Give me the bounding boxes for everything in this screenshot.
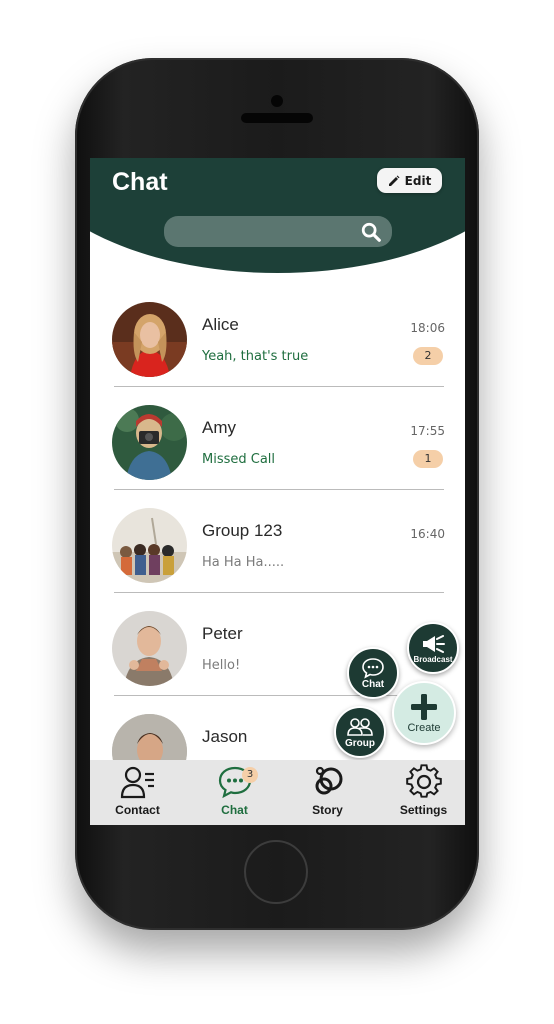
tab-label: Settings — [399, 803, 448, 817]
create-button[interactable]: Create — [392, 681, 456, 745]
app-screen: Chat Edit Alice 18:06 Yeah, that's true … — [90, 158, 465, 825]
edit-button-label: Edit — [404, 173, 432, 188]
message-time: 18:06 — [410, 321, 445, 335]
create-label: Create — [407, 722, 441, 734]
page-title: Chat — [112, 168, 168, 196]
divider — [114, 386, 444, 387]
avatar — [112, 508, 187, 583]
contact-name: Amy — [202, 418, 236, 437]
tab-settings[interactable]: Settings — [386, 764, 461, 822]
chat-row-amy[interactable]: Amy 17:55 Missed Call 1 — [90, 394, 465, 494]
search-icon[interactable] — [360, 221, 382, 243]
tab-label: Story — [312, 803, 343, 817]
last-message: Missed Call — [202, 452, 276, 467]
avatar — [112, 611, 187, 686]
avatar — [112, 405, 187, 480]
tab-label: Chat — [221, 803, 248, 817]
group-icon — [347, 717, 373, 736]
plus-icon — [411, 694, 437, 720]
divider — [114, 489, 444, 490]
tab-bar: Contact 3 Chat Story Settings — [90, 760, 465, 825]
last-message: Hello! — [202, 658, 241, 673]
tab-label: Contact — [115, 803, 160, 817]
chat-tab-badge: 3 — [242, 767, 258, 783]
contact-name: Group 123 — [202, 521, 283, 540]
contact-name: Peter — [202, 624, 243, 643]
front-camera — [271, 95, 283, 107]
contact-icon — [120, 766, 154, 799]
broadcast-button[interactable]: Broadcast — [407, 622, 459, 674]
unread-badge: 2 — [413, 347, 443, 365]
gear-icon — [405, 764, 442, 798]
group-fab-label: Group — [345, 737, 375, 749]
story-icon — [315, 766, 342, 795]
tab-chat[interactable]: 3 Chat — [197, 764, 272, 822]
last-message: Ha Ha Ha..... — [202, 555, 285, 570]
chat-row-alice[interactable]: Alice 18:06 Yeah, that's true 2 — [90, 291, 465, 391]
chat-bubble-icon — [362, 657, 384, 679]
contact-name: Alice — [202, 315, 239, 334]
pencil-icon — [388, 175, 400, 186]
message-time: 16:40 — [410, 527, 445, 541]
new-chat-button[interactable]: Chat — [347, 647, 399, 699]
divider — [114, 695, 444, 696]
broadcast-label: Broadcast — [413, 654, 453, 664]
tab-story[interactable]: Story — [290, 764, 365, 822]
avatar — [112, 302, 187, 377]
chat-fab-label: Chat — [361, 678, 385, 690]
contact-name: Jason — [202, 727, 248, 746]
last-message: Yeah, that's true — [202, 349, 309, 364]
search-input[interactable] — [164, 216, 392, 247]
message-time: 17:55 — [410, 424, 445, 438]
tab-contact[interactable]: Contact — [100, 764, 175, 822]
megaphone-icon — [423, 634, 445, 653]
home-button[interactable] — [244, 840, 308, 904]
chat-row-group-123[interactable]: Group 123 16:40 Ha Ha Ha..... — [90, 497, 465, 597]
edit-button[interactable]: Edit — [377, 168, 442, 193]
new-group-button[interactable]: Group — [334, 706, 386, 758]
earpiece-speaker — [241, 113, 313, 123]
divider — [114, 592, 444, 593]
unread-badge: 1 — [413, 450, 443, 468]
